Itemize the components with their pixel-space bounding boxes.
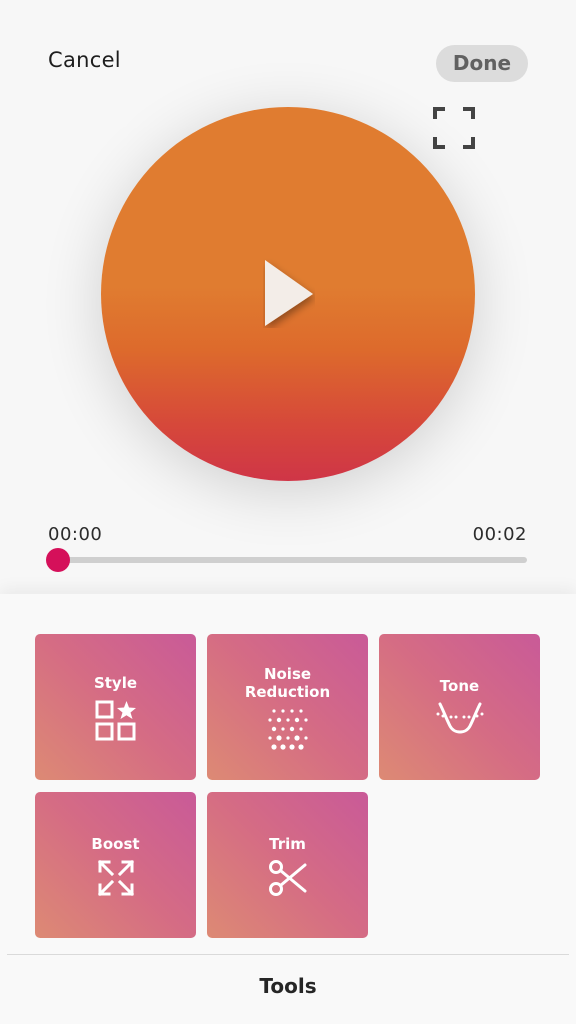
- cancel-button[interactable]: Cancel: [48, 48, 121, 72]
- tool-noise-reduction-button[interactable]: Noise Reduction: [207, 634, 368, 780]
- seek-bar[interactable]: [58, 557, 527, 563]
- total-time: 00:02: [472, 524, 527, 545]
- tab-tools[interactable]: Tools: [0, 974, 576, 998]
- tool-style-button[interactable]: Style: [35, 634, 196, 780]
- bottom-divider: [7, 954, 569, 955]
- done-button[interactable]: Done: [436, 45, 528, 82]
- seek-handle[interactable]: [46, 548, 70, 572]
- noise-dots-icon: [267, 709, 308, 750]
- tool-trim-button[interactable]: Trim: [207, 792, 368, 938]
- tool-boost-label: Boost: [91, 835, 140, 853]
- player-area: Cancel Done 00:00 00:02: [0, 0, 576, 594]
- tool-style-label: Style: [93, 674, 138, 692]
- tool-tone-label: Tone: [439, 677, 480, 695]
- style-grid-star-icon: [95, 700, 136, 741]
- boost-arrows-icon: [97, 859, 134, 897]
- tone-curve-icon: [436, 702, 483, 734]
- tool-trim-label: Trim: [269, 835, 306, 853]
- tool-boost-button[interactable]: Boost: [35, 792, 196, 938]
- tool-tone-button[interactable]: Tone: [379, 634, 540, 780]
- play-icon[interactable]: [263, 258, 315, 328]
- current-time: 00:00: [48, 524, 103, 545]
- scissors-icon: [268, 860, 306, 896]
- fullscreen-icon[interactable]: [432, 106, 476, 150]
- tool-noise-reduction-label: Noise Reduction: [244, 665, 331, 701]
